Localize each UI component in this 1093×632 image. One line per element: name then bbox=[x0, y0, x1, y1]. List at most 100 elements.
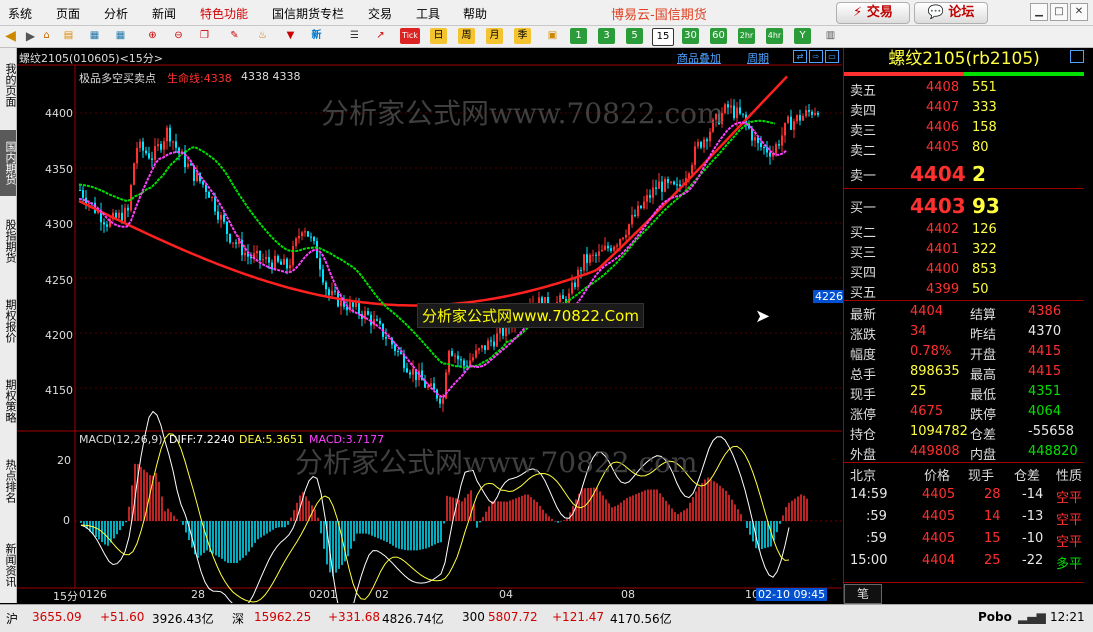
lifeline-extra: 4338 4338 bbox=[241, 70, 301, 83]
minimize-icon[interactable]: ▁ bbox=[1030, 3, 1048, 21]
candle-body bbox=[703, 139, 705, 148]
period-link[interactable]: 周期 bbox=[747, 50, 769, 66]
maximize-icon[interactable]: □ bbox=[1050, 3, 1068, 21]
candle-body bbox=[151, 158, 153, 160]
ask-row-2[interactable]: 卖二 4405 80 bbox=[844, 138, 1084, 159]
period-day-button[interactable]: 日 bbox=[430, 28, 447, 44]
table-icon[interactable]: ☰ bbox=[346, 28, 363, 44]
tab-option-quotes[interactable]: 期权报价 bbox=[0, 288, 17, 354]
ask-row-4[interactable]: 卖四 4407 333 bbox=[844, 98, 1084, 119]
menu-news[interactable]: 新闻 bbox=[152, 5, 176, 22]
ask-row-5[interactable]: 卖五 4408 551 bbox=[844, 78, 1084, 99]
chart-icon[interactable]: ↗ bbox=[372, 28, 389, 44]
menu-trade[interactable]: 交易 bbox=[368, 5, 392, 22]
ask-label: 卖五 bbox=[850, 84, 877, 99]
bid-row-5[interactable]: 买五 4399 50 bbox=[844, 280, 1084, 301]
zoom-in-icon[interactable]: ⊕ bbox=[144, 28, 161, 44]
candle-body bbox=[322, 269, 324, 283]
menu-help[interactable]: 帮助 bbox=[463, 5, 487, 22]
candle-body bbox=[175, 141, 177, 148]
tab-index-futures[interactable]: 股指期货 bbox=[0, 208, 17, 274]
back-arrow-icon[interactable]: ◀ bbox=[2, 28, 19, 44]
minute-3-button[interactable]: 3 bbox=[598, 28, 615, 44]
list-icon[interactable]: ▦ bbox=[86, 28, 103, 44]
candle-body bbox=[298, 236, 300, 239]
hour-4-button[interactable]: 4hr bbox=[766, 28, 783, 44]
menu-system[interactable]: 系统 bbox=[8, 5, 32, 22]
menu-guoxin[interactable]: 国信期货专栏 bbox=[272, 5, 344, 22]
watermark-bottom: 分析家公式网www.70822.com bbox=[295, 446, 698, 479]
minute-15-button[interactable]: 15 bbox=[652, 28, 674, 46]
ask-vol: 80 bbox=[972, 140, 989, 155]
period-week-button[interactable]: 周 bbox=[458, 28, 475, 44]
folder-icon[interactable]: ▤ bbox=[60, 28, 77, 44]
year-button[interactable]: Y bbox=[794, 28, 811, 44]
stat-value: 4386 bbox=[1028, 304, 1062, 319]
candle-body bbox=[103, 222, 105, 225]
candle-body bbox=[613, 246, 615, 251]
candle-body bbox=[793, 121, 795, 130]
macd-tick: 0 bbox=[63, 514, 70, 527]
tick-row: 14:59 4405 28 -14 空平 bbox=[844, 485, 1084, 506]
tab-my-page[interactable]: 我的页面 bbox=[0, 54, 17, 116]
tab-option-strategy[interactable]: 期权策略 bbox=[0, 368, 17, 434]
bid-vol: 93 bbox=[972, 194, 1000, 218]
candle-body bbox=[754, 137, 756, 141]
settings-icon[interactable]: ▥ bbox=[822, 28, 839, 44]
home-icon[interactable]: ⌂ bbox=[38, 28, 55, 44]
candle-body bbox=[280, 261, 282, 265]
period-month-button[interactable]: 月 bbox=[486, 28, 503, 44]
tab-ticks[interactable]: 笔 bbox=[844, 584, 882, 604]
ask-row-1[interactable]: 卖一 4404 2 bbox=[844, 160, 1084, 186]
menu-page[interactable]: 页面 bbox=[56, 5, 80, 22]
calendar-icon[interactable]: ▣ bbox=[544, 28, 561, 44]
minute-30-button[interactable]: 30 bbox=[682, 28, 699, 44]
tick-price: 4405 bbox=[922, 531, 956, 546]
window-icon[interactable]: ❐ bbox=[196, 28, 213, 44]
candle-body bbox=[787, 116, 789, 123]
close-icon[interactable]: ✕ bbox=[1070, 3, 1088, 21]
trade-button[interactable]: ⚡ 交易 bbox=[836, 2, 910, 24]
zoom-out-icon[interactable]: ⊖ bbox=[170, 28, 187, 44]
hour-2-button[interactable]: 2hr bbox=[738, 28, 755, 44]
grid-icon[interactable]: ▦ bbox=[112, 28, 129, 44]
minute-5-button[interactable]: 5 bbox=[626, 28, 643, 44]
candle-body bbox=[496, 333, 498, 347]
candle-body bbox=[625, 234, 627, 238]
tab-domestic-futures[interactable]: 国内期货 bbox=[0, 130, 17, 196]
window-restore-icon[interactable]: ▭ bbox=[825, 50, 839, 63]
arrows-left-right-icon[interactable]: ⇄ bbox=[793, 50, 807, 63]
bid-row-2[interactable]: 买二 4402 126 bbox=[844, 220, 1084, 241]
overlay-link[interactable]: 商品叠加 bbox=[677, 50, 721, 66]
arrow-right-icon[interactable]: ⇨ bbox=[809, 50, 823, 63]
forward-arrow-icon[interactable]: ▶ bbox=[22, 28, 39, 44]
bid-row-3[interactable]: 买三 4401 322 bbox=[844, 240, 1084, 261]
menu-tools[interactable]: 工具 bbox=[416, 5, 440, 22]
period-season-button[interactable]: 季 bbox=[514, 28, 531, 44]
bid-row-1[interactable]: 买一 4403 93 bbox=[844, 192, 1084, 218]
tick-button[interactable]: Tick bbox=[400, 28, 420, 44]
forum-button[interactable]: 💬 论坛 bbox=[914, 2, 988, 24]
menu-special[interactable]: 特色功能 bbox=[200, 5, 248, 22]
ask-label: 卖四 bbox=[850, 104, 877, 119]
ask-label: 卖三 bbox=[850, 124, 877, 139]
panel-restore-icon[interactable] bbox=[1070, 50, 1084, 63]
menu-analysis[interactable]: 分析 bbox=[104, 5, 128, 22]
candle-body bbox=[148, 153, 150, 159]
minute-60-button[interactable]: 60 bbox=[710, 28, 727, 44]
candle-body bbox=[352, 302, 354, 307]
minute-1-button[interactable]: 1 bbox=[570, 28, 587, 44]
pen-icon[interactable]: ✎ bbox=[226, 28, 243, 44]
tab-news[interactable]: 新闻资讯 bbox=[0, 530, 17, 600]
chart-area[interactable]: 螺纹2105(010605)<15分> 商品叠加 周期 ⇄ ⇨ ▭ 极品多空买卖… bbox=[17, 48, 845, 603]
candle-body bbox=[235, 242, 237, 244]
tick-row: 15:00 4404 25 -22 多平 bbox=[844, 551, 1084, 572]
bid-vol: 853 bbox=[972, 262, 997, 277]
candle-body bbox=[328, 289, 330, 296]
tab-hot-ranking[interactable]: 热点排名 bbox=[0, 448, 17, 514]
new-icon[interactable]: 新 bbox=[308, 28, 325, 44]
bid-row-4[interactable]: 买四 4400 853 bbox=[844, 260, 1084, 281]
filter-icon[interactable]: ▼ bbox=[282, 28, 299, 44]
ask-row-3[interactable]: 卖三 4406 158 bbox=[844, 118, 1084, 139]
brush-icon[interactable]: ♨ bbox=[254, 28, 271, 44]
